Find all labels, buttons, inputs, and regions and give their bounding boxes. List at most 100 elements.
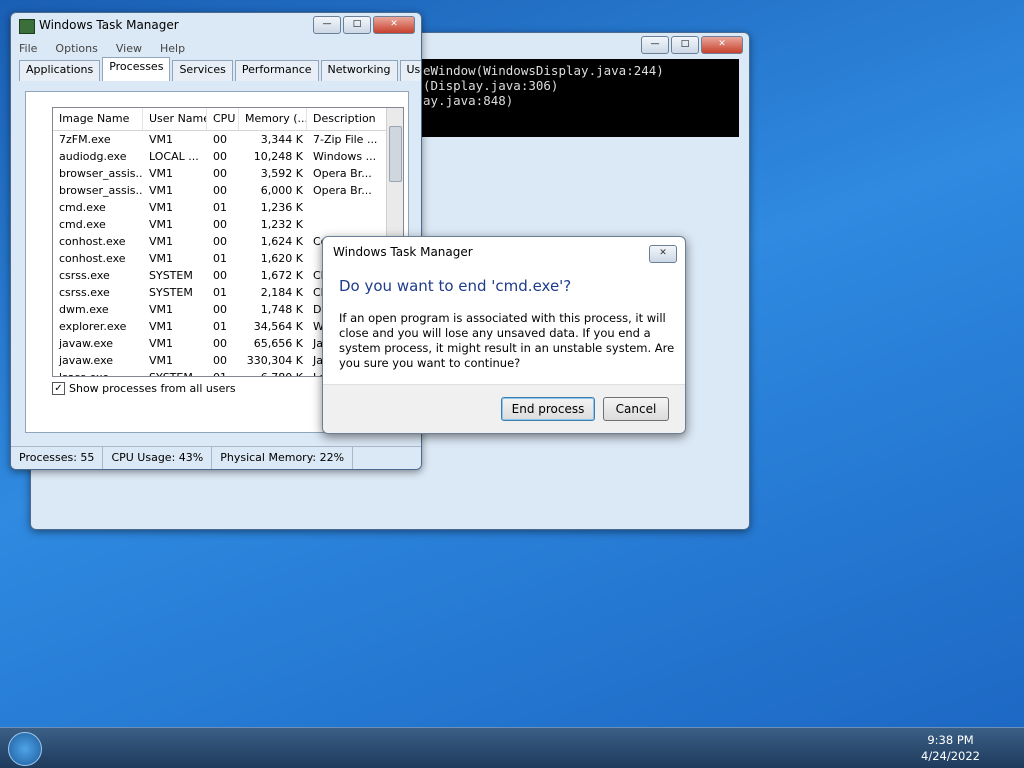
start-button[interactable] (8, 732, 42, 766)
close-button[interactable]: ✕ (701, 36, 743, 54)
console-line: eWindow(WindowsDisplay.java:244) (423, 63, 664, 78)
process-cell-name: browser_assis... (59, 184, 143, 197)
process-cell-name: csrss.exe (59, 269, 110, 282)
clock-date: 4/24/2022 (921, 749, 980, 763)
console-output: eWindow(WindowsDisplay.java:244) (Displa… (417, 59, 739, 137)
process-cell-cpu: 00 (213, 150, 227, 163)
menu-options[interactable]: Options (55, 39, 97, 59)
task-manager-titlebar[interactable]: Windows Task Manager — □ ✕ (11, 13, 421, 39)
tab-applications[interactable]: Applications (19, 60, 101, 81)
process-cell-mem: 1,624 K (260, 235, 303, 248)
scrollbar-thumb[interactable] (389, 126, 402, 182)
process-cell-mem: 10,248 K (253, 150, 303, 163)
console-line: ay.java:848) (423, 93, 514, 108)
process-row[interactable]: browser_assis... VM1 00 3,592 K Opera Br... (53, 165, 403, 182)
status-memory: Physical Memory: 22% (212, 447, 354, 469)
dialog-heading: Do you want to end 'cmd.exe'? (339, 277, 572, 295)
process-row[interactable]: cmd.exe VM1 00 1,232 K (53, 216, 403, 233)
process-row[interactable]: 7zFM.exe VM1 00 3,344 K 7-Zip File ... (53, 131, 403, 148)
process-cell-cpu: 00 (213, 133, 227, 146)
process-cell-user: VM1 (149, 252, 174, 265)
column-image-name[interactable]: Image Name (53, 108, 143, 130)
process-cell-cpu: 00 (213, 354, 227, 367)
process-cell-name: cmd.exe (59, 218, 106, 231)
process-cell-desc (307, 199, 387, 216)
menu-file[interactable]: File (19, 39, 37, 59)
process-cell-mem: 65,656 K (253, 337, 303, 350)
process-list-header: Image Name User Name CPU Memory (... Des… (53, 108, 403, 131)
minimize-button[interactable]: — (641, 36, 669, 54)
process-cell-mem: 330,304 K (246, 354, 303, 367)
menu-help[interactable]: Help (160, 39, 185, 59)
process-cell-mem: 2,184 K (260, 286, 303, 299)
process-cell-desc (307, 216, 387, 233)
end-process-dialog: Windows Task Manager ✕ Do you want to en… (322, 236, 686, 434)
process-cell-user: VM1 (149, 218, 174, 231)
process-cell-user: VM1 (149, 354, 174, 367)
maximize-button[interactable]: □ (671, 36, 699, 54)
process-cell-cpu: 00 (213, 167, 227, 180)
process-cell-user: SYSTEM (143, 369, 207, 376)
tab-services[interactable]: Services (172, 60, 233, 81)
process-row[interactable]: cmd.exe VM1 01 1,236 K (53, 199, 403, 216)
minimize-button[interactable]: — (313, 16, 341, 34)
menu-view[interactable]: View (116, 39, 142, 59)
process-cell-cpu: 01 (213, 286, 227, 299)
process-cell-user: VM1 (149, 167, 174, 180)
end-process-button[interactable]: End process (501, 397, 595, 421)
process-cell-name: browser_assis... (59, 167, 143, 180)
console-line: (Display.java:306) (423, 78, 559, 93)
menu-bar: File Options View Help (11, 39, 421, 59)
cancel-button[interactable]: Cancel (603, 397, 669, 421)
process-cell-name: javaw.exe (59, 354, 114, 367)
process-cell-cpu: 01 (213, 252, 227, 265)
process-cell-cpu: 00 (213, 218, 227, 231)
status-cpu: CPU Usage: 43% (103, 447, 213, 469)
show-all-processes-label: Show processes from all users (69, 382, 236, 395)
process-cell-user: VM1 (149, 133, 174, 146)
process-cell-name: 7zFM.exe (59, 133, 111, 146)
process-cell-name: javaw.exe (59, 337, 114, 350)
process-cell-name: csrss.exe (59, 286, 110, 299)
tab-users[interactable]: Users (399, 60, 421, 81)
tab-processes[interactable]: Processes (102, 57, 171, 81)
maximize-button[interactable]: □ (343, 16, 371, 34)
process-cell-user: SYSTEM (149, 286, 193, 299)
process-cell-name: conhost.exe (59, 252, 126, 265)
window-title: Windows Task Manager (39, 18, 179, 32)
process-cell-user: VM1 (149, 201, 174, 214)
process-cell-desc: Opera Br... (313, 184, 372, 197)
tab-networking[interactable]: Networking (320, 60, 398, 81)
dialog-footer: End process Cancel (323, 384, 685, 433)
process-cell-user: VM1 (149, 337, 174, 350)
column-user-name[interactable]: User Name (143, 108, 207, 130)
process-cell-mem: 1,748 K (260, 303, 303, 316)
checkbox-checked-icon[interactable]: ✓ (52, 382, 65, 395)
show-all-processes[interactable]: ✓ Show processes from all users (52, 382, 236, 395)
process-cell-desc: 7-Zip File ... (313, 133, 378, 146)
process-row[interactable]: browser_assis... VM1 00 6,000 K Opera Br... (53, 182, 403, 199)
column-cpu[interactable]: CPU (207, 108, 239, 130)
process-cell-name: audiodg.exe (59, 150, 127, 163)
process-cell-user: LOCAL ... (149, 150, 199, 163)
process-cell-mem: 3,344 K (260, 133, 303, 146)
process-cell-mem: 6,780 K (239, 369, 307, 376)
process-cell-mem: 1,620 K (260, 252, 303, 265)
process-cell-user: VM1 (149, 320, 174, 333)
column-memory[interactable]: Memory (... (239, 108, 307, 130)
process-cell-user: SYSTEM (149, 269, 193, 282)
taskbar-clock[interactable]: 9:38 PM 4/24/2022 (921, 732, 980, 764)
tab-strip: Applications Processes Services Performa… (11, 57, 421, 81)
process-row[interactable]: audiodg.exe LOCAL ... 00 10,248 K Windows ..… (53, 148, 403, 165)
process-cell-user: VM1 (149, 303, 174, 316)
taskbar: 9:38 PM 4/24/2022 (0, 727, 1024, 768)
process-cell-cpu: 01 (207, 369, 239, 376)
status-bar: Processes: 55 CPU Usage: 43% Physical Me… (11, 446, 421, 469)
process-cell-name: explorer.exe (59, 320, 127, 333)
tab-performance[interactable]: Performance (234, 60, 319, 81)
process-cell-mem: 1,232 K (260, 218, 303, 231)
process-cell-mem: 1,236 K (260, 201, 303, 214)
column-description[interactable]: Description (307, 108, 387, 130)
close-button[interactable]: ✕ (373, 16, 415, 34)
dialog-close-button[interactable]: ✕ (649, 245, 677, 263)
